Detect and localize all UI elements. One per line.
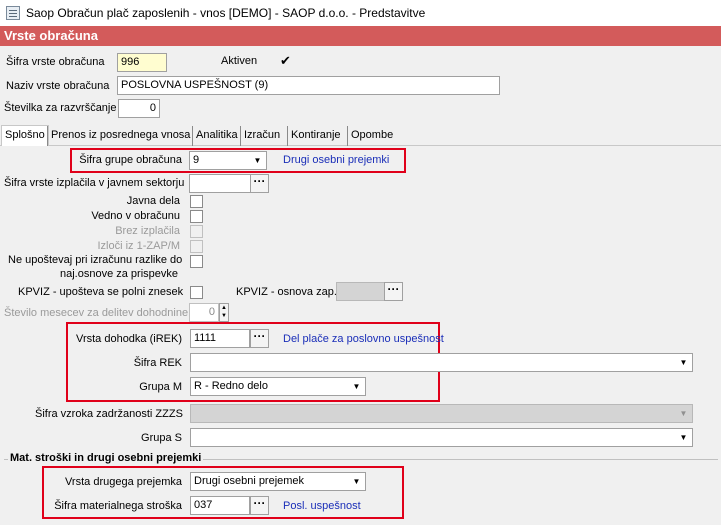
spin-down-icon[interactable]: ▼ bbox=[220, 312, 228, 320]
grupa-s-dropdown-icon[interactable]: ▼ bbox=[675, 429, 692, 446]
grupa-s-select[interactable] bbox=[190, 428, 693, 447]
grupa-m-dropdown-icon[interactable]: ▼ bbox=[348, 378, 365, 395]
vrsta-prejemka-label: Vrsta drugega prejemka bbox=[65, 476, 182, 488]
sifra-grupe-description: Drugi osebni prejemki bbox=[283, 154, 390, 166]
javna-dela-checkbox[interactable] bbox=[190, 195, 203, 208]
window-title: Saop Obračun plač zaposlenih - vnos [DEM… bbox=[26, 6, 426, 20]
form-header: Vrste obračuna bbox=[0, 26, 721, 46]
sifra-vzroka-select[interactable] bbox=[190, 404, 693, 423]
brez-izplacila-label: Brez izplačila bbox=[115, 225, 180, 237]
grupa-m-label: Grupa M bbox=[139, 381, 182, 393]
sifra-izplacila-input[interactable] bbox=[189, 174, 251, 193]
tab-analitika[interactable]: Analitika bbox=[192, 126, 241, 146]
app-icon bbox=[6, 6, 20, 20]
aktiven-checkbox[interactable]: ✔ bbox=[279, 54, 292, 68]
kpviz-polni-checkbox[interactable] bbox=[190, 286, 203, 299]
javna-dela-label: Javna dela bbox=[126, 195, 180, 207]
tab-kontiranje[interactable]: Kontiranje bbox=[287, 126, 344, 146]
ne-upostevaj-checkbox[interactable] bbox=[190, 255, 203, 268]
vrsta-prejemka-dropdown-icon[interactable]: ▼ bbox=[348, 473, 365, 490]
tab-splosno[interactable]: Splošno bbox=[1, 125, 49, 147]
sifra-stroska-ellipsis-icon[interactable]: ··· bbox=[250, 496, 269, 515]
tab-izracun[interactable]: Izračun bbox=[240, 126, 283, 146]
ne-upostevaj-label-2: naj.osnove za prispevke bbox=[60, 268, 179, 280]
stevilka-input[interactable]: 0 bbox=[118, 99, 160, 118]
tab-opombe[interactable]: Opombe bbox=[347, 126, 396, 146]
sifra-stroska-label: Šifra materialnega stroška bbox=[54, 500, 182, 512]
kpviz-osnova-label: KPVIZ - osnova zap. bbox=[236, 286, 337, 298]
sifra-vrste-label: Šifra vrste obračuna bbox=[6, 56, 105, 68]
grupa-m-select[interactable]: R - Redno delo bbox=[190, 377, 366, 396]
ne-upostevaj-label-1: Ne upoštevaj pri izračunu razlike do bbox=[8, 254, 183, 266]
grupa-s-label: Grupa S bbox=[141, 432, 182, 444]
sifra-stroska-description: Posl. uspešnost bbox=[283, 500, 361, 512]
spin-up-icon[interactable]: ▲ bbox=[220, 304, 228, 312]
stevilo-mesecev-spinner[interactable]: ▲ ▼ bbox=[219, 303, 229, 322]
kpviz-osnova-input[interactable] bbox=[336, 282, 385, 301]
naziv-input[interactable]: POSLOVNA USPEŠNOST (9) bbox=[117, 76, 500, 95]
vedno-checkbox[interactable] bbox=[190, 210, 203, 223]
vedno-label: Vedno v obračunu bbox=[91, 210, 180, 222]
kpviz-osnova-ellipsis-icon[interactable]: ··· bbox=[384, 282, 403, 301]
brez-izplacila-checkbox[interactable] bbox=[190, 225, 203, 238]
sifra-izplacila-label: Šifra vrste izplačila v javnem sektorju bbox=[4, 177, 185, 189]
sifra-vzroka-dropdown-icon[interactable]: ▼ bbox=[675, 405, 692, 422]
vrsta-dohodka-ellipsis-icon[interactable]: ··· bbox=[250, 329, 269, 348]
stevilo-mesecev-label: Število mesecev za delitev dohodnine: bbox=[4, 307, 192, 319]
vrsta-dohodka-description: Del plače za poslovno uspešnost bbox=[283, 333, 444, 345]
vrsta-prejemka-select[interactable]: Drugi osebni prejemek bbox=[190, 472, 366, 491]
sifra-grupe-label: Šifra grupe obračuna bbox=[79, 154, 182, 166]
izloci-checkbox[interactable] bbox=[190, 240, 203, 253]
sifra-rek-select[interactable] bbox=[190, 353, 693, 372]
sifra-izplacila-ellipsis-icon[interactable]: ··· bbox=[250, 174, 269, 193]
sifra-rek-label: Šifra REK bbox=[133, 357, 182, 369]
izloci-label: Izloči iz 1-ZAP/M bbox=[97, 240, 180, 252]
sifra-stroska-input[interactable]: 037 bbox=[190, 496, 250, 515]
mat-section-title: Mat. stroški in drugi osebni prejemki bbox=[8, 452, 204, 464]
sifra-grupe-dropdown-icon[interactable]: ▼ bbox=[249, 152, 266, 169]
sifra-vzroka-label: Šifra vzroka zadržanosti ZZZS bbox=[35, 408, 183, 420]
sifra-vrste-input[interactable]: 996 bbox=[117, 53, 167, 72]
aktiven-label: Aktiven bbox=[221, 55, 258, 67]
naziv-label: Naziv vrste obračuna bbox=[6, 80, 110, 92]
tab-bar: Splošno Prenos iz posrednega vnosa Anali… bbox=[0, 125, 721, 147]
vrsta-dohodka-input[interactable]: 1111 bbox=[190, 329, 250, 348]
stevilo-mesecev-input[interactable]: 0 bbox=[189, 303, 219, 322]
sifra-rek-dropdown-icon[interactable]: ▼ bbox=[675, 354, 692, 371]
vrsta-dohodka-label: Vrsta dohodka (iREK) bbox=[76, 333, 182, 345]
stevilka-label: Številka za razvrščanje bbox=[4, 102, 117, 114]
kpviz-polni-label: KPVIZ - upošteva se polni znesek bbox=[18, 286, 184, 298]
tab-prenos[interactable]: Prenos iz posrednega vnosa bbox=[47, 126, 193, 146]
